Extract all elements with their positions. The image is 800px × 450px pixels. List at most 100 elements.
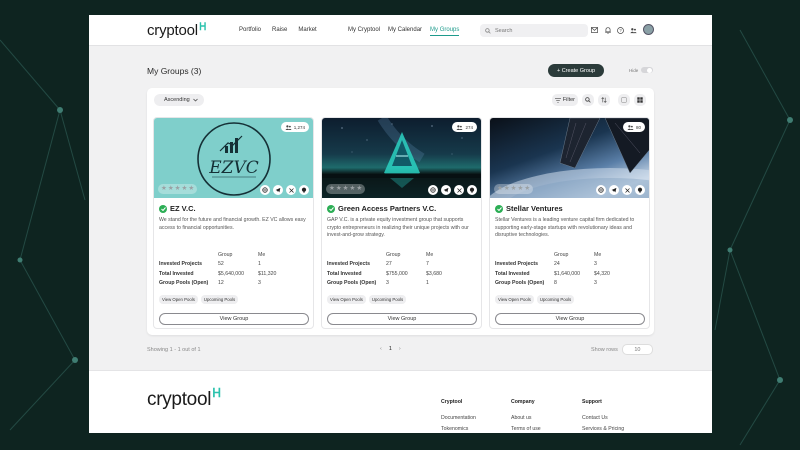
nav-market[interactable]: Market (298, 27, 316, 33)
x-link[interactable] (454, 185, 464, 195)
stat-invested-projects: Invested Projects 27 7 (327, 261, 429, 268)
app-window: cryptoolᕼ Portfolio Raise Market My Cryp… (89, 15, 712, 433)
rating-stars: ★ ★ ★ ★ ★ (158, 184, 198, 194)
social-links (596, 185, 645, 195)
footer-col-cryptool: Cryptool Documentation Tokenomics (441, 399, 476, 433)
rating-stars: ★ ★ ★ ★ ★ (326, 184, 366, 194)
stat-invested-projects: Invested Projects 52 1 (159, 261, 261, 268)
search-input[interactable] (495, 27, 581, 34)
nav-portfolio[interactable]: Portfolio (239, 27, 261, 33)
star-icon: ★ (161, 184, 167, 192)
group-name: Stellar Ventures (506, 204, 563, 213)
footer-col-company: Company About us Terms of use (511, 399, 541, 433)
group-title: Stellar Ventures (495, 204, 563, 213)
prev-page-button[interactable]: ‹ (380, 346, 382, 352)
upcoming-pools-button[interactable]: Upcoming Pools (536, 295, 575, 304)
view-group-button[interactable]: View Group (327, 313, 477, 325)
toggle-switch[interactable] (641, 67, 654, 73)
list-view-button[interactable] (618, 94, 630, 106)
telegram-link[interactable] (273, 185, 283, 195)
github-link[interactable] (635, 185, 645, 195)
stat-invested-projects: Invested Projects 24 3 (495, 261, 597, 268)
stat-total-invested: Total Invested $755,000 $3,680 (327, 270, 442, 277)
rating-stars: ★ ★ ★ ★ ★ (494, 184, 534, 194)
github-link[interactable] (467, 185, 477, 195)
view-open-pools-button[interactable]: View Open Pools (159, 295, 198, 304)
star-icon: ★ (497, 184, 503, 192)
mail-icon[interactable] (591, 27, 598, 34)
bell-icon[interactable] (604, 26, 611, 34)
pool-pills: View Open Pools Upcoming Pools (495, 295, 575, 304)
help-icon[interactable]: ? (617, 26, 624, 34)
website-link[interactable] (260, 185, 270, 195)
hide-toggle[interactable]: Hide (629, 67, 654, 73)
telegram-icon (443, 187, 449, 193)
group-description: GAP V.C. is a private equity investment … (327, 217, 469, 239)
footer-link-pricing[interactable]: Services & Pricing (582, 426, 624, 432)
create-group-button[interactable]: + Create Group (548, 64, 604, 77)
star-icon: ★ (510, 184, 517, 192)
group-name: Green Access Partners V.C. (338, 204, 437, 213)
website-link[interactable] (596, 185, 606, 195)
nav-raise[interactable]: Raise (272, 27, 287, 33)
members-count: 80 (635, 124, 641, 130)
rows-per-page: Show rows 10 (591, 344, 653, 355)
list-view-icon (621, 97, 627, 103)
telegram-link[interactable] (441, 185, 451, 195)
view-group-button[interactable]: View Group (159, 313, 309, 325)
avatar[interactable] (643, 24, 654, 35)
sort-button[interactable] (598, 94, 610, 106)
github-icon (469, 187, 475, 193)
telegram-link[interactable] (609, 185, 619, 195)
group-stats: Group Me Invested Projects 24 3 Total Inves… (495, 250, 634, 288)
sort-icon (601, 97, 607, 103)
group-stats: Group Me Invested Projects 27 7 Total Inves… (327, 250, 466, 288)
chevron-down-icon (193, 98, 198, 102)
filter-button[interactable]: Filter (551, 94, 578, 106)
website-link[interactable] (428, 185, 438, 195)
members-badge: 1,274 (280, 122, 309, 132)
nav-my-cryptool[interactable]: My Cryptool (348, 27, 380, 36)
current-page[interactable]: 1 (389, 346, 392, 352)
people-icon (285, 124, 292, 130)
x-link[interactable] (286, 185, 296, 195)
footer-link-contact[interactable]: Contact Us (582, 415, 624, 421)
next-page-button[interactable]: › (399, 346, 401, 352)
nav-my-groups[interactable]: My Groups (430, 27, 460, 36)
search-button[interactable] (582, 94, 594, 106)
group-image: EZVC 1,274 ★ ★ ★ ★ ★ (154, 118, 313, 198)
x-link[interactable] (622, 185, 632, 195)
view-group-button[interactable]: View Group (495, 313, 645, 325)
cards-grid: EZVC 1,274 ★ ★ ★ ★ ★ EZ V.C. We stand fo… (153, 117, 650, 329)
footer-link-terms[interactable]: Terms of use (511, 426, 541, 432)
footer-link-about[interactable]: About us (511, 415, 541, 421)
col-me: Me (258, 251, 266, 258)
nav-my-calendar[interactable]: My Calendar (388, 27, 422, 36)
footer-link-tokenomics[interactable]: Tokenomics (441, 426, 476, 432)
github-link[interactable] (299, 185, 309, 195)
svg-text:?: ? (619, 28, 622, 33)
grid-view-button[interactable] (634, 94, 646, 106)
toolbar: Filter (551, 94, 646, 106)
upcoming-pools-button[interactable]: Upcoming Pools (200, 295, 239, 304)
search-icon (485, 27, 491, 34)
globe-icon (430, 187, 436, 193)
pool-pills: View Open Pools Upcoming Pools (159, 295, 239, 304)
star-icon: ★ (503, 184, 510, 192)
col-group: Group (554, 251, 569, 258)
globe-icon (262, 187, 268, 193)
stats-header: Group Me (327, 250, 466, 260)
view-open-pools-button[interactable]: View Open Pools (327, 295, 366, 304)
footer-logo[interactable]: cryptoolᕼ (147, 386, 221, 411)
footer-link-documentation[interactable]: Documentation (441, 415, 476, 421)
upcoming-pools-button[interactable]: Upcoming Pools (368, 295, 407, 304)
stat-group-pools: Group Pools (Open) 12 3 (159, 280, 261, 287)
group-title: Green Access Partners V.C. (327, 204, 436, 213)
rows-select[interactable]: 10 (621, 344, 653, 355)
group-image: 80 ★ ★ ★ ★ ★ (490, 118, 649, 198)
view-open-pools-button[interactable]: View Open Pools (495, 295, 534, 304)
logo[interactable]: cryptoolᕼ (147, 22, 206, 39)
sort-select[interactable]: Ascending (154, 94, 204, 106)
people-icon[interactable] (630, 27, 637, 34)
search-box[interactable] (480, 24, 588, 37)
